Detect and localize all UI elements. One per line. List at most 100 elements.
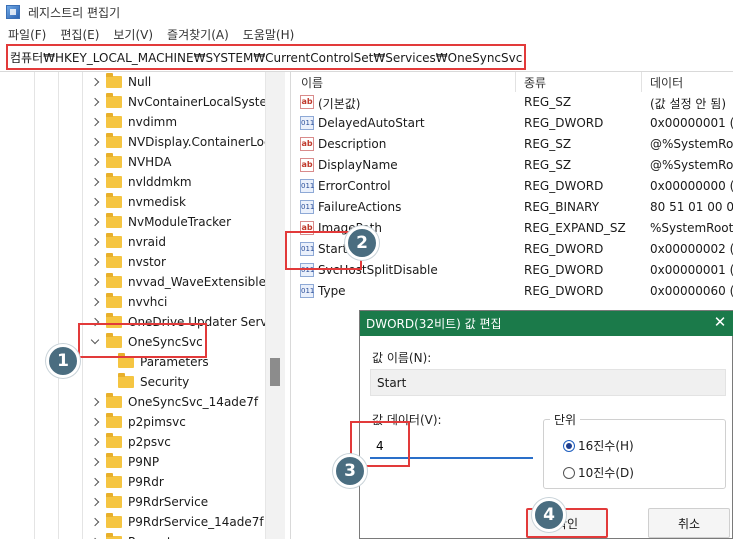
tree-item[interactable]: nvvhci <box>90 292 167 312</box>
column-header-data[interactable]: 데이터 <box>650 72 730 92</box>
chevron-right-icon[interactable] <box>90 97 100 107</box>
folder-icon <box>106 293 122 308</box>
chevron-right-icon[interactable] <box>90 137 100 147</box>
menu-bar: 파일(F) 편집(E) 보기(V) 즐겨찾기(A) 도움말(H) <box>0 24 733 44</box>
tree-item-label: nvraid <box>128 235 166 249</box>
column-header-name[interactable]: 이름 <box>301 72 501 92</box>
tree-item[interactable]: nvraid <box>90 232 166 252</box>
value-row[interactable]: 011 DelayedAutoStart REG_DWORD 0x00000001 (… <box>291 113 733 134</box>
tree-item[interactable]: nvstor <box>90 252 166 272</box>
address-bar[interactable]: 컴퓨터₩HKEY_LOCAL_MACHINE₩SYSTEM₩CurrentCon… <box>6 44 526 70</box>
value-row[interactable]: 011 FailureActions REG_BINARY 80 51 01 00 0… <box>291 197 733 218</box>
tree-item[interactable]: NvContainerLocalSystem <box>90 92 279 112</box>
chevron-right-icon[interactable] <box>90 217 100 227</box>
folder-icon <box>106 393 122 408</box>
tree-item[interactable]: P9RdrService_14ade7f <box>90 512 264 532</box>
tree-item[interactable]: Parport <box>90 532 172 539</box>
value-name: Type <box>318 284 346 298</box>
tree-item-label: P9RdrService <box>128 495 209 509</box>
chevron-right-icon[interactable] <box>90 297 100 307</box>
menu-favorites[interactable]: 즐겨찾기(A) <box>167 26 229 43</box>
tree-item[interactable]: nvlddmkm <box>90 172 192 192</box>
dec-radio-option[interactable]: 10진수(D) <box>563 464 634 481</box>
column-separator[interactable] <box>641 72 642 92</box>
tree-item[interactable]: p2pimsvc <box>90 412 186 432</box>
chevron-right-icon[interactable] <box>90 437 100 447</box>
tree-indent-guide <box>82 72 83 539</box>
tree-item-label: nvvad_WaveExtensible <box>128 275 267 289</box>
chevron-right-icon[interactable] <box>90 117 100 127</box>
tree-scrollbar[interactable] <box>265 72 285 539</box>
tree-item[interactable]: nvvad_WaveExtensible <box>90 272 266 292</box>
chevron-right-icon[interactable] <box>90 197 100 207</box>
menu-help[interactable]: 도움말(H) <box>243 26 295 43</box>
dialog-title-bar[interactable]: DWORD(32비트) 값 편집 <box>360 311 733 336</box>
tree-scrollbar-thumb[interactable] <box>270 358 280 386</box>
chevron-right-icon[interactable] <box>90 257 100 267</box>
menu-view[interactable]: 보기(V) <box>113 26 153 43</box>
column-header-type[interactable]: 종류 <box>524 72 634 92</box>
value-name: FailureActions <box>318 200 402 214</box>
hex-radio-option[interactable]: 16진수(H) <box>563 437 634 454</box>
tree-item[interactable]: nvmedisk <box>90 192 186 212</box>
value-row[interactable]: ab DisplayName REG_SZ @%SystemRoot% <box>291 155 733 176</box>
tree-item[interactable]: P9RdrService <box>90 492 208 512</box>
close-icon[interactable]: ✕ <box>712 314 728 330</box>
chevron-right-icon[interactable] <box>90 517 100 527</box>
tree-item[interactable]: Null <box>90 72 151 92</box>
folder-icon <box>106 133 122 148</box>
tree-item[interactable]: P9Rdr <box>90 472 164 492</box>
dec-radio-button[interactable] <box>563 466 575 479</box>
tree-item-label: nvmedisk <box>128 195 186 209</box>
folder-icon <box>118 373 134 388</box>
value-type: REG_SZ <box>524 158 572 172</box>
binary-value-icon: 011 <box>300 116 314 130</box>
tree-item[interactable]: Security <box>108 372 189 392</box>
tree-item-label: p2psvc <box>128 435 171 449</box>
value-type: REG_EXPAND_SZ <box>524 221 626 235</box>
menu-file[interactable]: 파일(F) <box>8 26 46 43</box>
string-value-icon: ab <box>300 137 314 151</box>
value-data: @%SystemRoot% <box>650 158 733 172</box>
tree-item-label: P9NP <box>128 455 160 469</box>
tree-item-label: Security <box>140 375 190 389</box>
chevron-right-icon[interactable] <box>90 397 100 407</box>
menu-edit[interactable]: 편집(E) <box>60 26 99 43</box>
tree-item[interactable]: nvdimm <box>90 112 177 132</box>
tree-item[interactable]: OneSyncSvc_14ade7f <box>90 392 258 412</box>
chevron-right-icon[interactable] <box>90 477 100 487</box>
value-row[interactable]: 011 ErrorControl REG_DWORD 0x00000000 (0) <box>291 176 733 197</box>
tree-item-label: NvContainerLocalSystem <box>128 95 279 109</box>
hex-radio-button[interactable] <box>563 439 575 452</box>
chevron-right-icon[interactable] <box>90 237 100 247</box>
tree-item[interactable]: NVDisplay.ContainerLocalSystem <box>90 132 284 152</box>
column-separator[interactable] <box>515 72 516 92</box>
regedit-app-icon <box>6 5 20 19</box>
folder-icon <box>106 233 122 248</box>
value-type: REG_SZ <box>524 95 572 109</box>
folder-icon <box>106 253 122 268</box>
value-row[interactable]: ab Description REG_SZ @%SystemRoot% <box>291 134 733 155</box>
tree-item[interactable]: NvModuleTracker <box>90 212 231 232</box>
chevron-right-icon[interactable] <box>90 77 100 87</box>
value-row[interactable]: ab (기본값) REG_SZ (값 설정 안 됨) <box>291 92 733 113</box>
value-type: REG_BINARY <box>524 200 600 214</box>
value-data: %SystemRoot% <box>650 221 733 235</box>
tree-item[interactable]: P9NP <box>90 452 159 472</box>
tree-item[interactable]: p2psvc <box>90 432 171 452</box>
cancel-button[interactable]: 취소 <box>648 508 730 538</box>
step-badge-2: 2 <box>345 226 379 260</box>
step-badge-4: 4 <box>532 498 566 532</box>
chevron-right-icon[interactable] <box>90 177 100 187</box>
chevron-right-icon[interactable] <box>90 277 100 287</box>
value-data: (값 설정 안 됨) <box>650 97 727 111</box>
value-type: REG_SZ <box>524 137 572 151</box>
tree-item[interactable]: NVHDA <box>90 152 171 172</box>
folder-icon <box>106 213 122 228</box>
chevron-right-icon[interactable] <box>90 157 100 167</box>
chevron-right-icon[interactable] <box>90 457 100 467</box>
chevron-right-icon[interactable] <box>90 497 100 507</box>
value-row[interactable]: 011 Type REG_DWORD 0x00000060 (96) <box>291 281 733 302</box>
chevron-right-icon[interactable] <box>90 417 100 427</box>
binary-value-icon: 011 <box>300 200 314 214</box>
